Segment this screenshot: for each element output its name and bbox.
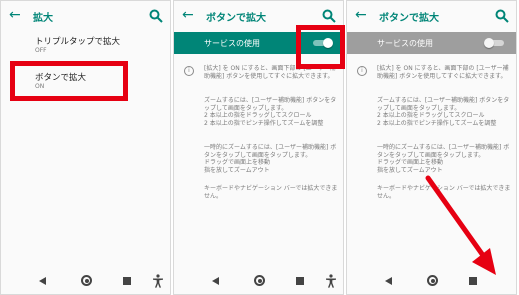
- use-service-label: サービスの使用: [204, 39, 260, 48]
- arrow-back-icon[interactable]: ←: [9, 7, 21, 23]
- description-note: キーボードやナビゲーション バーでは拡大できません。: [204, 185, 338, 200]
- page-title: 拡大: [33, 13, 53, 24]
- nav-back-icon[interactable]: [39, 277, 46, 285]
- description-temporary-zoom: 一時的にズームするには、[ユーザー補助機能] ボタンをタップして画面をタップしま…: [204, 144, 337, 174]
- arrow-back-icon[interactable]: ←: [182, 7, 194, 23]
- highlight-button-magnify-item: [10, 61, 128, 101]
- list-item-status: OFF: [35, 47, 47, 54]
- page-title: ボタンで拡大: [206, 13, 266, 24]
- system-nav-bar: [174, 268, 343, 294]
- search-icon[interactable]: [148, 8, 164, 24]
- system-nav-bar: [1, 268, 170, 294]
- list-item-triple-tap[interactable]: トリプルタップで拡大 OFF: [1, 33, 170, 57]
- search-icon[interactable]: [321, 8, 337, 24]
- nav-recent-icon[interactable]: [296, 277, 304, 285]
- accessibility-icon[interactable]: [325, 274, 337, 288]
- list-item-label: トリプルタップで拡大: [35, 37, 121, 47]
- red-arrow-pointer: [425, 175, 496, 275]
- screen-magnification-settings: ← 拡大 トリプルタップで拡大 OFF ボタンで拡大 ON: [0, 0, 171, 295]
- description-zoom: ズームするには、[ユーザー補助機能] ボタンをタップして画面をタップします。 2…: [204, 97, 337, 127]
- nav-back-icon[interactable]: [212, 277, 219, 285]
- nav-home-icon[interactable]: [81, 275, 92, 286]
- nav-home-icon[interactable]: [254, 275, 265, 286]
- info-icon: i: [184, 66, 194, 76]
- nav-recent-icon[interactable]: [123, 277, 131, 285]
- accessibility-icon[interactable]: [152, 274, 164, 288]
- app-bar: ← 拡大: [1, 1, 170, 31]
- highlight-service-toggle: [296, 25, 345, 69]
